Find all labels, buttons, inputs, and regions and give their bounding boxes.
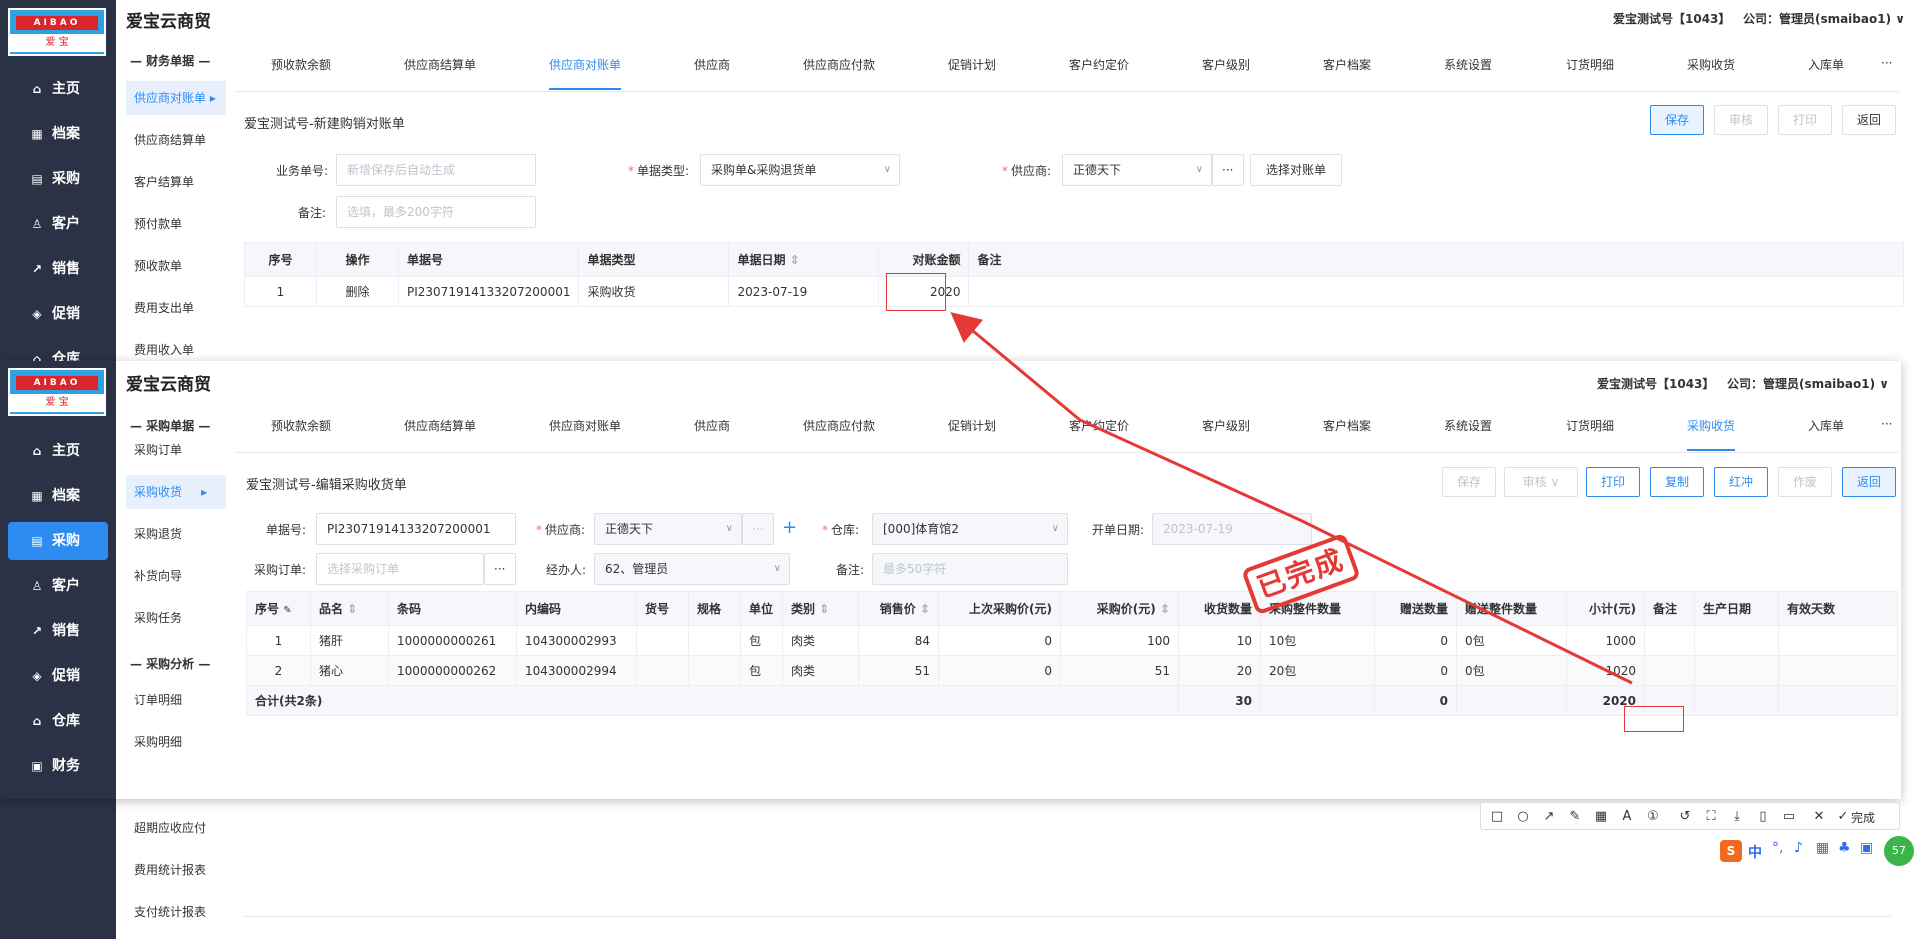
number-icon[interactable]: ① [1645, 809, 1661, 825]
annotation-arrow [950, 312, 1633, 685]
snip-done[interactable]: 完成 [1851, 809, 1875, 826]
punctuation-icon[interactable]: °, [1772, 840, 1783, 856]
fullscreen-icon[interactable]: ⛶ [1703, 809, 1719, 825]
download-icon[interactable]: ⤓ [1729, 809, 1745, 825]
ime-mode[interactable]: 中 [1748, 842, 1762, 862]
snip-toolbar: □ ○ ↗ ✎ ▦ A ① ↺ ⛶ ⤓ ▯ ▭ ✕ ✓ 完成 [1480, 802, 1900, 830]
undo-icon[interactable]: ↺ [1677, 809, 1693, 825]
sogou-icon[interactable]: S [1720, 840, 1742, 862]
skin-icon[interactable]: ♣ [1838, 840, 1851, 856]
mic-icon[interactable]: ♪ [1794, 840, 1803, 856]
keyboard-icon[interactable]: ▦ [1816, 840, 1829, 856]
phone-icon[interactable]: ▯ [1755, 809, 1771, 825]
grid-icon[interactable]: ▣ [1860, 840, 1873, 856]
circle-icon[interactable]: ○ [1515, 809, 1531, 825]
text-icon[interactable]: A [1619, 809, 1635, 825]
pen-icon[interactable]: ✎ [1567, 809, 1583, 825]
rectangle-icon[interactable]: □ [1489, 809, 1505, 825]
close-icon[interactable]: ✕ [1811, 809, 1827, 825]
arrow-icon[interactable]: ↗ [1541, 809, 1557, 825]
ime-bar: S 中 °, ♪ ▦ ♣ ▣ 57 [1716, 836, 1914, 866]
bookmark-icon[interactable]: ▭ [1781, 809, 1797, 825]
badge-icon[interactable]: 57 [1884, 836, 1914, 866]
mosaic-icon[interactable]: ▦ [1593, 809, 1609, 825]
check-icon[interactable]: ✓ [1835, 809, 1851, 825]
